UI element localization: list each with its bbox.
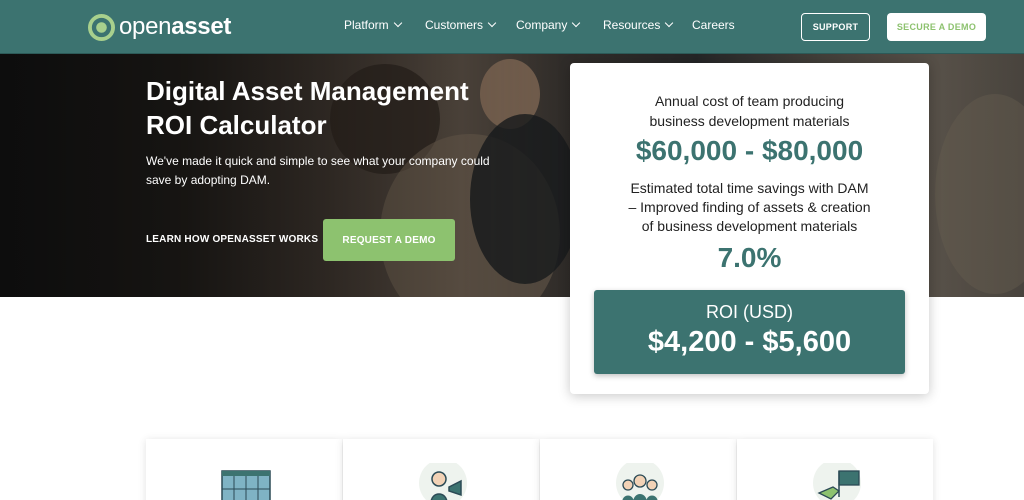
request-demo-button[interactable]: REQUEST A DEMO <box>323 219 455 261</box>
learn-how-link[interactable]: LEARN HOW OPENASSET WORKS <box>146 234 318 245</box>
top-navigation: openasset Platform Customers Company Res… <box>0 0 1024 54</box>
flag-hand-icon <box>813 463 861 500</box>
secure-demo-button[interactable]: SECURE A DEMO <box>887 13 986 41</box>
savings-label-line-2: – Improved finding of assets & creation <box>628 199 871 215</box>
cost-value: $60,000 - $80,000 <box>635 135 864 166</box>
nav-resources-label: Resources <box>603 18 661 32</box>
page: openasset Platform Customers Company Res… <box>0 0 1024 500</box>
openasset-logo[interactable]: openasset <box>88 13 231 41</box>
nav-platform-label: Platform <box>344 18 389 32</box>
roi-label: ROI (USD) <box>706 302 793 322</box>
feature-card <box>540 439 736 500</box>
logo-mark-icon <box>88 13 115 41</box>
chevron-down-icon <box>665 18 674 28</box>
savings-label-line-1: Estimated total time savings with DAM <box>630 180 869 196</box>
chevron-down-icon <box>393 18 402 28</box>
feature-card <box>146 439 342 500</box>
hero-subtitle: We've made it quick and simple to see wh… <box>146 154 490 187</box>
feature-card <box>343 439 539 500</box>
page-title: Digital Asset Management ROI Calculator <box>146 76 469 140</box>
roi-calculator-card: Annual cost of team producing business d… <box>570 63 929 394</box>
person-megaphone-icon <box>419 463 467 500</box>
feature-card <box>737 439 933 500</box>
chevron-down-icon <box>487 18 497 28</box>
nav-platform[interactable]: Platform <box>344 18 402 32</box>
support-button[interactable]: SUPPORT <box>801 13 870 41</box>
roi-result-box: ROI (USD) $4,200 - $5,600 <box>594 290 905 374</box>
nav-customers-label: Customers <box>425 18 484 32</box>
savings-value: 7.0% <box>717 242 782 273</box>
nav-company-label: Company <box>516 18 568 32</box>
logo-text: openasset <box>119 13 232 40</box>
chevron-down-icon <box>572 18 581 28</box>
cost-label-line-2: business development materials <box>649 113 850 129</box>
nav-careers-label: Careers <box>692 18 735 32</box>
roi-value: $4,200 - $5,600 <box>647 326 852 358</box>
building-icon <box>221 470 271 500</box>
team-icon <box>616 463 664 500</box>
nav-careers[interactable]: Careers <box>692 18 735 32</box>
cost-label-line-1: Annual cost of team producing <box>654 93 845 109</box>
nav-resources[interactable]: Resources <box>603 18 674 32</box>
nav-company[interactable]: Company <box>516 18 581 32</box>
savings-label-line-3: of business development materials <box>641 218 858 234</box>
nav-customers[interactable]: Customers <box>425 18 497 32</box>
